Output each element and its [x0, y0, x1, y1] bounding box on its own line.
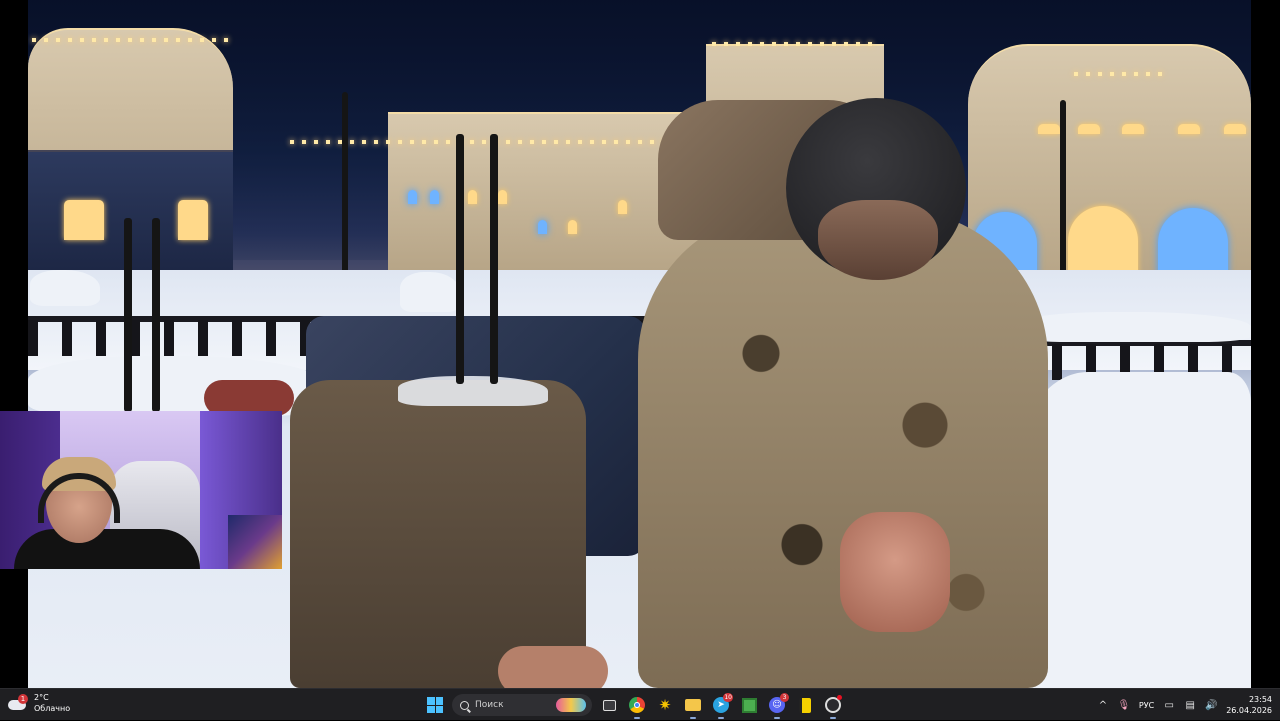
window-light: [1122, 124, 1144, 134]
discord-button[interactable]: ☺ 3: [766, 693, 789, 719]
trolley-handle: [152, 218, 160, 412]
search-highlight-icon: [556, 698, 586, 712]
weather-badge: 1: [18, 694, 28, 704]
trolley-handle: [490, 134, 498, 384]
snow-drift: [1018, 372, 1251, 688]
yellow-app-button[interactable]: [794, 694, 816, 716]
window-light: [408, 190, 417, 204]
display-icon[interactable]: ▭: [1163, 699, 1175, 711]
weather-temperature: 2°C: [34, 693, 49, 702]
telegram-badge: 10: [723, 693, 733, 702]
task-view-icon: [602, 699, 616, 711]
lamp-pole: [342, 92, 348, 282]
desktop: [0, 0, 1280, 688]
webcam-overlay: [0, 411, 282, 569]
building-lights: [32, 38, 228, 42]
snow-cap: [30, 270, 100, 306]
snow-cap: [400, 272, 460, 312]
clock[interactable]: 23:54 26.04.2026: [1226, 694, 1272, 716]
minecraft-button[interactable]: [738, 694, 760, 716]
man-hands: [840, 512, 950, 632]
search-icon: [460, 700, 469, 710]
recording-dot-icon: [837, 695, 842, 700]
minecraft-icon: [741, 697, 757, 713]
yellow-app-icon: [799, 697, 811, 713]
sun-app-button[interactable]: ✷: [654, 694, 676, 716]
hand-foreground: [498, 646, 608, 688]
windows-icon: [427, 697, 443, 713]
window-light: [498, 190, 507, 204]
discord-badge: 3: [780, 693, 789, 702]
building-lights: [290, 140, 710, 144]
folder-icon: [685, 699, 701, 711]
window-light: [178, 200, 208, 240]
duffel-bag: [290, 380, 586, 688]
sun-icon: ✷: [658, 695, 672, 714]
window-light: [1038, 124, 1060, 134]
taskbar-center: Поиск ✷ ➤ 10 ☺ 3: [424, 691, 844, 719]
window-light: [430, 190, 439, 204]
snow-on-bag: [398, 376, 548, 406]
chrome-icon: [629, 697, 645, 713]
window-light: [468, 190, 477, 204]
cloud-icon: 1: [8, 694, 28, 710]
trolley-handle: [124, 218, 132, 412]
obs-button[interactable]: [822, 694, 844, 719]
trolley-handle: [456, 134, 464, 384]
clock-time: 23:54: [1248, 695, 1272, 704]
streamer-shirt: [14, 529, 200, 569]
window-light: [568, 220, 577, 234]
language-indicator[interactable]: РУС: [1139, 701, 1154, 710]
window-light: [1178, 124, 1200, 134]
microphone-icon[interactable]: 🎙: [1118, 699, 1131, 711]
man-camo-jacket: [638, 210, 1048, 688]
poster: [228, 515, 282, 569]
chrome-button[interactable]: [626, 694, 648, 719]
network-icon[interactable]: ▤: [1184, 699, 1196, 711]
file-explorer-button[interactable]: [682, 694, 704, 719]
clock-date: 26.04.2026: [1226, 706, 1272, 715]
task-view-button[interactable]: [598, 694, 620, 716]
man-face: [818, 200, 938, 280]
window-light: [538, 220, 547, 234]
weather-condition: Облачно: [34, 704, 71, 713]
building-lights: [1074, 72, 1164, 76]
window-light: [1078, 124, 1100, 134]
snow-on-fence: [1018, 312, 1251, 342]
telegram-button[interactable]: ➤ 10: [710, 693, 733, 719]
window-light: [1224, 124, 1246, 134]
video-frame[interactable]: [28, 0, 1251, 688]
tower-lights: [712, 42, 880, 46]
window-light: [64, 200, 104, 240]
system-tray: ^ 🎙 РУС ▭ ▤ 🔊 23:54 26.04.2026: [1097, 689, 1272, 721]
search-box[interactable]: Поиск: [452, 694, 592, 716]
start-button[interactable]: [424, 694, 446, 716]
volume-icon[interactable]: 🔊: [1205, 699, 1217, 711]
weather-widget[interactable]: 1 2°C Облачно: [8, 692, 70, 714]
search-placeholder: Поиск: [475, 700, 504, 710]
taskbar: 1 2°C Облачно Поиск ✷ ➤ 10 ☺ 3 ^ 🎙 РУС ▭…: [0, 688, 1280, 720]
chevron-up-icon[interactable]: ^: [1097, 699, 1109, 711]
window-light: [618, 200, 627, 214]
